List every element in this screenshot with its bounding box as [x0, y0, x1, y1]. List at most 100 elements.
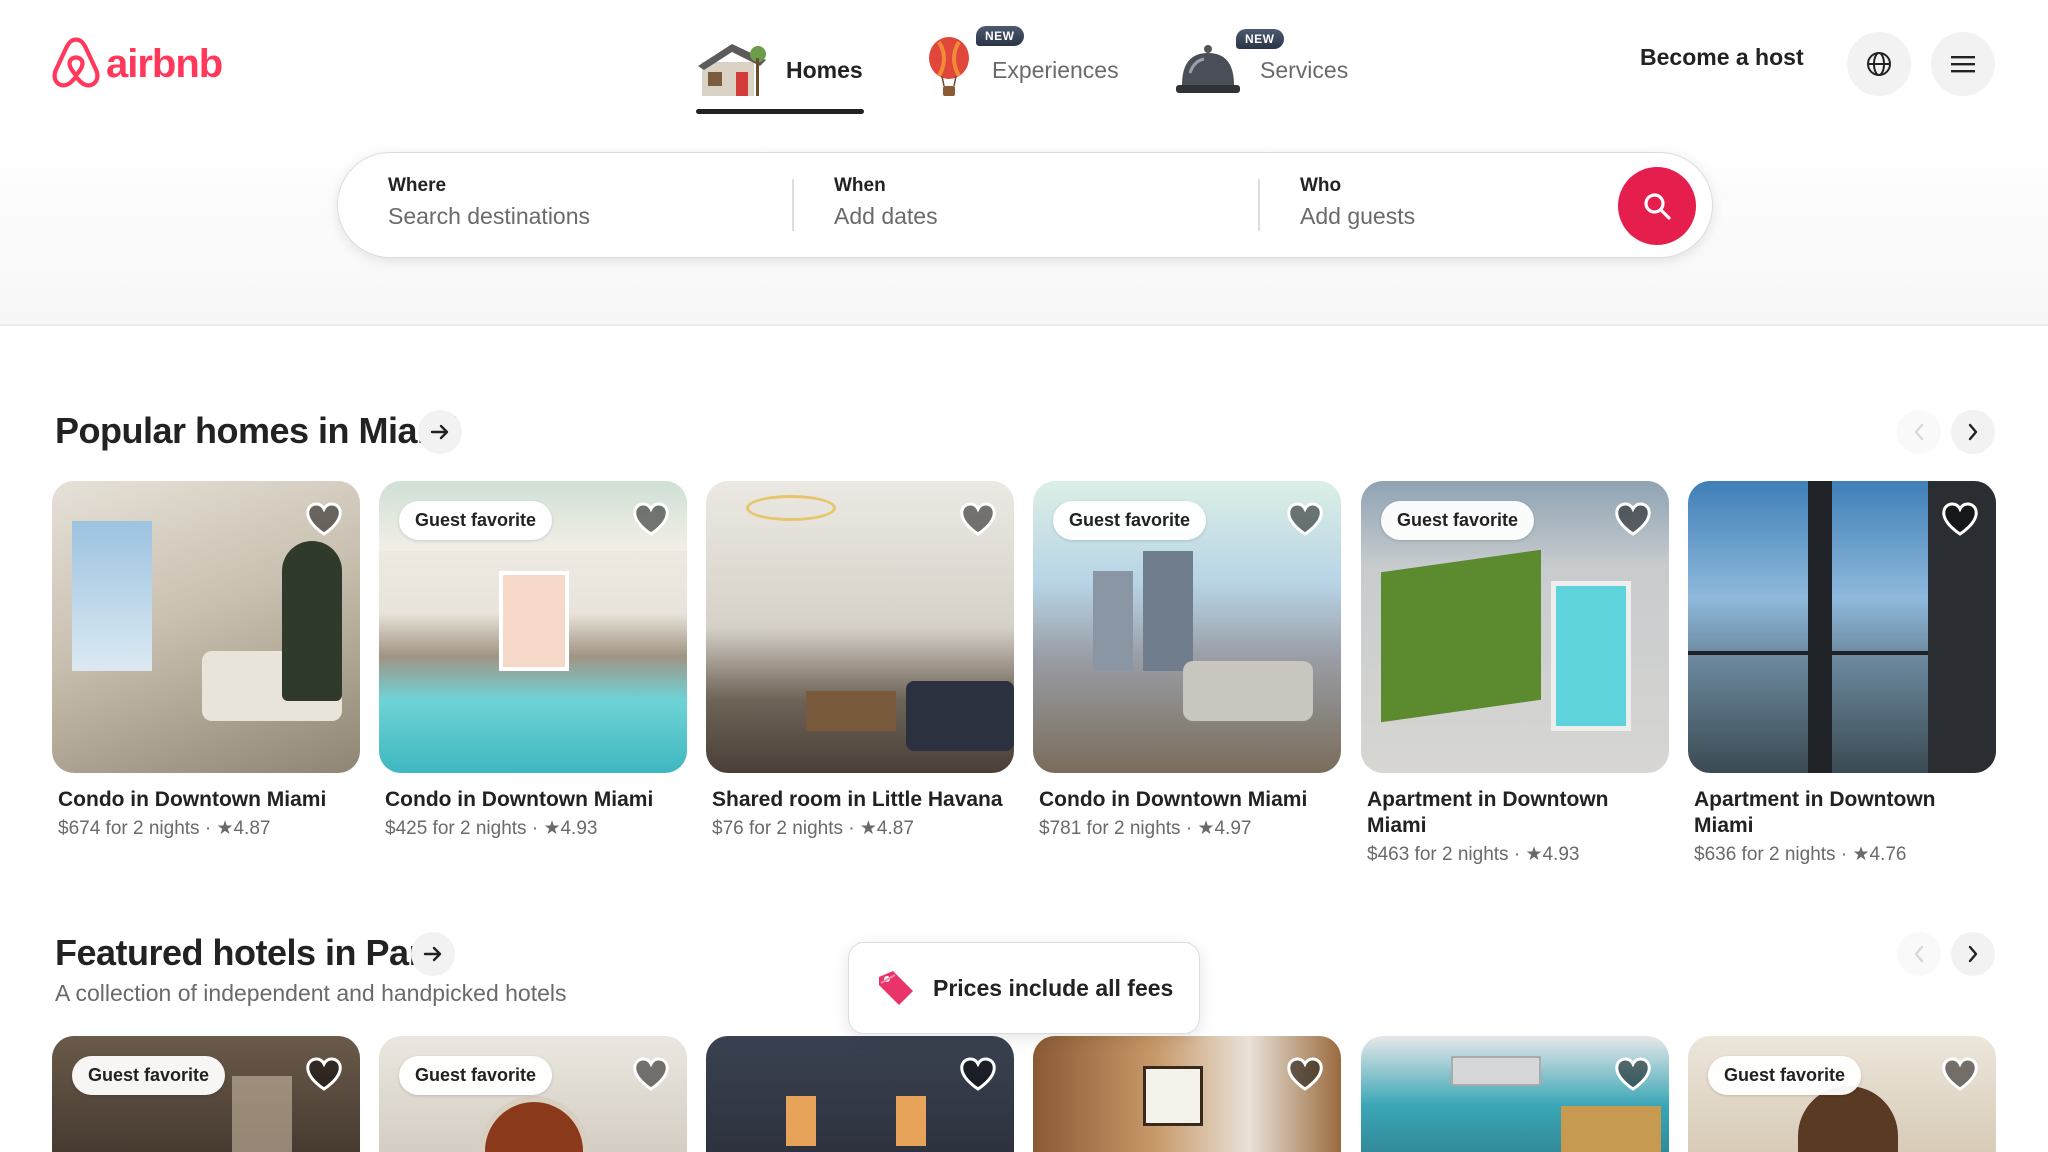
- heart-icon[interactable]: [1285, 1054, 1325, 1094]
- active-tab-indicator: [696, 109, 864, 114]
- meta-separator: ·: [848, 818, 855, 839]
- listing-price: $781 for 2 nights: [1039, 818, 1181, 839]
- heart-icon[interactable]: [1285, 499, 1325, 539]
- heart-icon[interactable]: [1940, 499, 1980, 539]
- section-title-popular[interactable]: Popular homes in Miami: [55, 410, 459, 452]
- listing-meta: $636 for 2 nights · ★4.76: [1694, 843, 1990, 866]
- when-field[interactable]: When Add dates: [834, 175, 938, 230]
- globe-icon: [1867, 52, 1891, 76]
- listing-card[interactable]: Guest favorite Apartment in Downtown Mia…: [1361, 481, 1669, 866]
- meta-separator: ·: [531, 818, 539, 839]
- listing-card[interactable]: Apartment in Downtown Miami $636 for 2 n…: [1688, 481, 1996, 866]
- hotel-card[interactable]: Guest favorite: [379, 1036, 687, 1152]
- listing-price: $674 for 2 nights: [58, 818, 200, 839]
- heart-icon[interactable]: [631, 499, 671, 539]
- airbnb-logo[interactable]: airbnb: [50, 36, 223, 92]
- hotel-photo[interactable]: Guest favorite: [1688, 1036, 1996, 1152]
- listing-price: $463 for 2 nights: [1367, 844, 1509, 865]
- star-icon: ★: [216, 818, 234, 839]
- guest-favorite-badge: Guest favorite: [72, 1056, 226, 1095]
- meta-separator: ·: [1185, 818, 1193, 839]
- hamburger-menu-icon: [1951, 56, 1975, 73]
- tab-services-label: Services: [1260, 56, 1349, 83]
- listing-title: Apartment in Downtown Miami: [1367, 788, 1609, 837]
- listing-photo[interactable]: [52, 481, 360, 773]
- arrow-right-icon: [430, 424, 449, 440]
- listing-price: $425 for 2 nights: [385, 818, 527, 839]
- prices-include-fees-toast[interactable]: Prices include all fees: [848, 942, 1200, 1034]
- airbnb-wordmark: airbnb: [106, 41, 223, 86]
- featured-scroll-right-button[interactable]: [1951, 932, 1995, 976]
- guest-favorite-badge: Guest favorite: [1708, 1056, 1862, 1095]
- heart-icon[interactable]: [631, 1054, 671, 1094]
- listing-rating: 4.87: [876, 818, 914, 839]
- hotel-card[interactable]: [706, 1036, 1014, 1152]
- hotel-card[interactable]: [1361, 1036, 1669, 1152]
- hotel-card[interactable]: Guest favorite: [52, 1036, 360, 1152]
- listing-photo[interactable]: Guest favorite: [1361, 481, 1669, 773]
- hotel-photo[interactable]: [706, 1036, 1014, 1152]
- listing-title: Condo in Downtown Miami: [1039, 788, 1308, 811]
- heart-icon[interactable]: [304, 1054, 344, 1094]
- tab-homes-label: Homes: [786, 56, 863, 83]
- listing-card[interactable]: Guest favorite Condo in Downtown Miami $…: [379, 481, 687, 840]
- toast-text: Prices include all fees: [933, 974, 1174, 1001]
- listing-rating: 4.93: [1542, 844, 1580, 865]
- star-icon: ★: [1852, 844, 1870, 865]
- meta-separator: ·: [1840, 844, 1848, 865]
- heart-icon[interactable]: [958, 499, 998, 539]
- section-title-featured[interactable]: Featured hotels in Paris: [55, 932, 452, 974]
- hotel-photo[interactable]: Guest favorite: [379, 1036, 687, 1152]
- featured-scroll-left-button[interactable]: [1897, 932, 1941, 976]
- listing-photo[interactable]: Guest favorite: [379, 481, 687, 773]
- listing-meta: $425 for 2 nights · ★4.93: [385, 817, 681, 840]
- house-icon: [698, 44, 766, 96]
- hotel-photo[interactable]: [1033, 1036, 1341, 1152]
- service-bell-icon: [1176, 44, 1240, 93]
- heart-icon[interactable]: [1940, 1054, 1980, 1094]
- listing-photo[interactable]: [1688, 481, 1996, 773]
- star-icon: ★: [859, 818, 877, 839]
- tab-services[interactable]: NEW Services: [1174, 28, 1348, 112]
- language-button[interactable]: [1847, 32, 1911, 96]
- heart-icon[interactable]: [1613, 1054, 1653, 1094]
- listing-card[interactable]: Condo in Downtown Miami $674 for 2 night…: [52, 481, 360, 840]
- new-badge: NEW: [976, 25, 1024, 46]
- popular-see-all-button[interactable]: [418, 410, 462, 454]
- who-placeholder: Add guests: [1300, 203, 1416, 229]
- where-field[interactable]: Where Search destinations: [388, 175, 590, 230]
- search-divider: [1258, 179, 1260, 231]
- tab-experiences[interactable]: NEW Experiences: [924, 25, 1119, 112]
- search-button[interactable]: [1618, 167, 1696, 245]
- tab-experiences-label: Experiences: [992, 56, 1119, 83]
- meta-separator: ·: [1513, 844, 1521, 865]
- hotel-card[interactable]: Guest favorite: [1688, 1036, 1996, 1152]
- new-badge: NEW: [1236, 28, 1284, 49]
- listing-photo[interactable]: Guest favorite: [1033, 481, 1341, 773]
- hotel-card[interactable]: [1033, 1036, 1341, 1152]
- popular-scroll-right-button[interactable]: [1951, 410, 1995, 454]
- popular-scroll-left-button[interactable]: [1897, 410, 1941, 454]
- heart-icon[interactable]: [1613, 499, 1653, 539]
- heart-icon[interactable]: [958, 1054, 998, 1094]
- where-label: Where: [388, 175, 447, 196]
- hotel-photo[interactable]: [1361, 1036, 1669, 1152]
- search-icon: [1644, 193, 1671, 220]
- guest-favorite-badge: Guest favorite: [1381, 501, 1535, 540]
- airbnb-logo-icon: [52, 37, 100, 88]
- star-icon: ★: [1525, 844, 1543, 865]
- listing-card[interactable]: Shared room in Little Havana $76 for 2 n…: [706, 481, 1014, 840]
- listing-photo[interactable]: [706, 481, 1014, 773]
- heart-icon[interactable]: [304, 499, 344, 539]
- featured-see-all-button[interactable]: [411, 932, 455, 976]
- listing-price: $76 for 2 nights: [712, 818, 843, 839]
- listing-meta: $781 for 2 nights · ★4.97: [1039, 817, 1335, 840]
- listing-card[interactable]: Guest favorite Condo in Downtown Miami $…: [1033, 481, 1341, 840]
- who-field[interactable]: Who Add guests: [1300, 175, 1415, 230]
- hotel-photo[interactable]: Guest favorite: [52, 1036, 360, 1152]
- become-host-link[interactable]: Become a host: [1640, 44, 1804, 71]
- tab-homes[interactable]: Homes: [696, 28, 864, 114]
- listing-price: $636 for 2 nights: [1694, 844, 1836, 865]
- guest-favorite-badge: Guest favorite: [399, 501, 553, 540]
- main-menu-button[interactable]: [1931, 32, 1995, 96]
